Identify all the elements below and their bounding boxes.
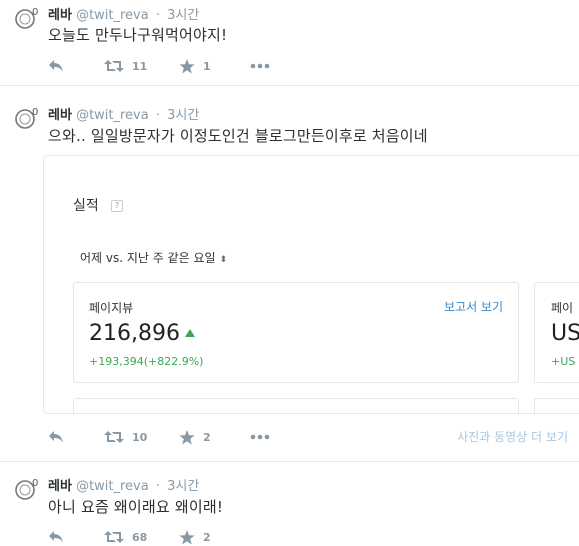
author-handle[interactable]: @twit_reva [76,479,149,494]
metric-card-partial: 페이 US +US [534,282,579,383]
more-media-link[interactable]: 사진과 동영상 더 보기 [457,428,568,445]
more-button[interactable] [250,428,270,446]
metric-label: 페이지뷰 [89,301,134,315]
retweet-icon [104,430,124,444]
separator: · [155,8,160,23]
metric-change: +193,394(+822.9%) [89,355,204,368]
up-arrow-icon [184,329,195,337]
svg-text:0: 0 [32,7,38,18]
favorite-count: 2 [203,530,211,544]
favorite-count: 1 [203,59,211,73]
reply-icon [48,59,64,73]
tweet-text: 으와.. 일일방문자가 이정도인건 블로그만든이후로 처음이네 [48,127,428,145]
tweet-header: 레바 @twit_reva · 3시간 [48,4,199,23]
timestamp[interactable]: 3시간 [167,108,199,123]
metric-card-pageviews: 페이지뷰 보고서 보기 216,896 +193,394(+822.9%) [73,282,519,383]
favorite-button[interactable]: 1 [179,57,211,75]
sort-arrows-icon: ⬍ [219,255,228,265]
star-icon [179,529,195,545]
retweet-button[interactable]: 11 [104,57,147,75]
retweet-count: 11 [132,59,148,73]
help-icon: ? [111,200,123,212]
tweet-header: 레바 @twit_reva · 3시간 [48,475,199,494]
reply-icon [48,530,64,544]
author-name[interactable]: 레바 [48,479,72,494]
star-icon [179,58,195,74]
separator: · [155,479,160,494]
reply-button[interactable] [48,428,64,446]
author-handle[interactable]: @twit_reva [76,108,149,123]
star-icon [179,429,195,445]
timestamp[interactable]: 3시간 [167,479,199,494]
tweet-1[interactable]: 0 레바 @twit_reva · 3시간 오늘도 만두나구워먹어야지! 11 … [0,0,579,83]
avatar[interactable]: 0 [12,104,42,134]
tweet-actions: 68 2 [48,528,578,546]
author-handle[interactable]: @twit_reva [76,8,149,23]
svg-text:0: 0 [32,478,38,489]
more-icon [250,434,270,440]
reply-icon [48,430,64,444]
metric-value: US [551,321,579,346]
retweet-icon [104,530,124,544]
timestamp[interactable]: 3시간 [167,8,199,23]
favorite-button[interactable]: 2 [179,528,211,546]
favorite-count: 2 [203,430,211,444]
more-icon [250,63,270,69]
tweet-header: 레바 @twit_reva · 3시간 [48,104,199,123]
embedded-photo[interactable]: 실적 ? 어제 vs. 지난 주 같은 요일 ⬍ 페이지뷰 보고서 보기 216,… [43,155,579,414]
view-report-link: 보고서 보기 [443,300,503,314]
card-title: 실적 [73,198,99,214]
author-name[interactable]: 레바 [48,108,72,123]
metric-number: 216,896 [89,321,180,346]
retweet-count: 10 [132,430,148,444]
metric-change: +US [551,355,576,368]
metric-value: 216,896 [89,321,195,346]
separator: · [155,108,160,123]
metric-card-lower-partial [534,398,579,413]
retweet-icon [104,59,124,73]
svg-text:0: 0 [32,107,38,118]
metric-card-lower [73,398,519,413]
tweet-actions: 11 1 [48,57,578,75]
period-label: 어제 vs. 지난 주 같은 요일 [80,251,216,265]
author-name[interactable]: 레바 [48,8,72,23]
reply-button[interactable] [48,528,64,546]
retweet-button[interactable]: 10 [104,428,147,446]
metric-label: 페이 [551,301,574,315]
tweet-text: 오늘도 만두나구워먹어야지! [48,26,228,44]
tweet-3[interactable]: 0 레바 @twit_reva · 3시간 아니 요즘 왜이래요 왜이래! 68… [0,462,579,546]
favorite-button[interactable]: 2 [179,428,211,446]
retweet-button[interactable]: 68 [104,528,147,546]
more-button[interactable] [250,57,270,75]
avatar[interactable]: 0 [12,4,42,34]
tweet-text: 아니 요즘 왜이래요 왜이래! [48,498,224,516]
retweet-count: 68 [132,530,148,544]
reply-button[interactable] [48,57,64,75]
tweet-actions: 10 2 사진과 동영상 더 보기 [48,428,578,446]
avatar[interactable]: 0 [12,475,42,505]
period-selector: 어제 vs. 지난 주 같은 요일 ⬍ [80,249,227,266]
